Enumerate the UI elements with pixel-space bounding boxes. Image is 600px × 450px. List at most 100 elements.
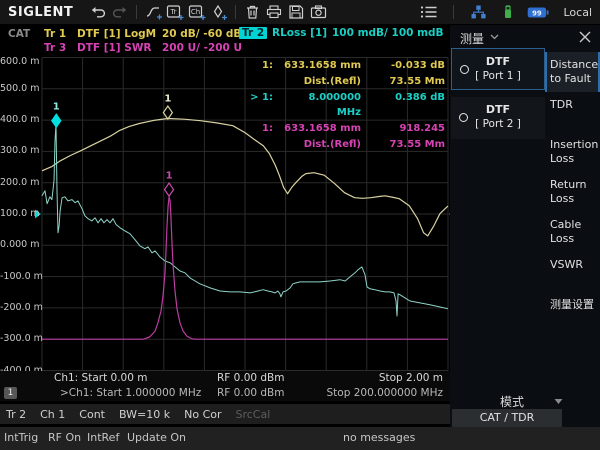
status-active-trace[interactable]: Tr 2	[6, 408, 26, 421]
siglent-logo: SIGLENT	[8, 5, 73, 20]
marker-readout-name: 8.000000 MHz	[281, 90, 361, 122]
softkey-vswr[interactable]: VSWR	[545, 252, 600, 292]
print-icon[interactable]	[263, 2, 285, 22]
toolbar-separator	[453, 5, 454, 19]
softkey-测量设置[interactable]: 测量设置	[545, 292, 600, 332]
softkey-return-loss[interactable]: Return Loss	[545, 172, 600, 212]
save-icon[interactable]	[285, 2, 307, 22]
y-axis-label: -100.0 m	[0, 271, 38, 282]
status-bandwidth[interactable]: BW=10 k	[119, 408, 170, 421]
trace1-name[interactable]: Tr 1	[44, 28, 66, 40]
ch1-distance-stop: Stop 2.00 m	[379, 372, 443, 384]
network-lan-icon[interactable]	[467, 2, 489, 22]
y-axis-label: 100.0 m	[0, 208, 38, 219]
status-active-channel[interactable]: Ch 1	[40, 408, 65, 421]
marker-readout-name: Dist.(Refl)	[281, 137, 361, 153]
add-trace-icon[interactable]: Tr	[164, 2, 186, 22]
y-axis-label: 600.0 m	[0, 56, 38, 67]
graph-area: 111 600.0 m500.0 m400.0 m300.0 m200.0 m1…	[0, 55, 450, 372]
channel-axis-info: Ch1: Start 0.00 m RF 0.00 dBm Stop 2.00 …	[0, 371, 450, 401]
y-axis-label: 500.0 m	[0, 83, 38, 94]
marker-readout-prefix	[250, 137, 273, 153]
top-toolbar: SIGLENT Tr Ch	[0, 0, 600, 25]
trace2-name-selected[interactable]: Tr 2	[239, 27, 267, 39]
marker-readout-name: Dist.(Refl)	[281, 74, 361, 90]
trace2-scale: 100 mdB/ 100 mdB	[332, 27, 444, 39]
y-axis-label: -300.0 m	[0, 333, 38, 344]
ch1-frequency-stop: Stop 200.000000 MHz	[327, 387, 443, 399]
softkey-distance-to-fault[interactable]: Distance to Fault	[545, 52, 600, 92]
ch1-distance-start: Ch1: Start 0.00 m	[54, 372, 147, 384]
trace1-scale: 20 dB/ -60 dB	[162, 28, 241, 40]
close-icon[interactable]	[578, 30, 592, 44]
add-marker-icon[interactable]	[208, 2, 230, 22]
marker-label-tr3: 1	[166, 171, 173, 182]
marker-readout-value: 0.386 dB	[369, 90, 445, 122]
battery-icon: 99	[527, 2, 549, 22]
status-reference: IntRef	[87, 431, 119, 444]
add-limit-line-icon[interactable]	[142, 2, 164, 22]
trace3-name[interactable]: Tr 3	[44, 42, 66, 54]
marker-readout-value: 73.55 Mm	[369, 74, 445, 90]
add-channel-icon[interactable]: Ch	[186, 2, 208, 22]
y-axis-label: 300.0 m	[0, 145, 38, 156]
marker-readout-value: 73.55 Mm	[369, 137, 445, 153]
status-srccal: SrcCal	[236, 408, 271, 421]
y-axis-label: -200.0 m	[0, 302, 38, 313]
softkey-cable-loss[interactable]: Cable Loss	[545, 212, 600, 252]
trace2-measurement[interactable]: RLoss [1]	[272, 27, 327, 39]
marker-diamond-tr3[interactable]	[165, 183, 174, 196]
y-axis-label: 400.0 m	[0, 114, 38, 125]
marker-readout-name: 633.1658 mm	[281, 121, 361, 137]
mode-dropdown-icon[interactable]	[554, 398, 563, 405]
toolbar-right-group: 99 Local	[418, 2, 600, 22]
ch1-frequency-start: >Ch1: Start 1.000000 MHz	[60, 387, 201, 399]
marker-diamond-tr1[interactable]	[163, 106, 172, 119]
measure-menu-panel: 测量 DTF [ Port 1 ] DTF [ Port 2 ] Distanc…	[450, 25, 600, 427]
screenshot-camera-icon[interactable]	[307, 2, 329, 22]
toolbar-separator	[136, 5, 137, 19]
menu-header: 测量	[450, 25, 600, 49]
mode-label[interactable]: 模式	[500, 393, 524, 410]
marker-readout-prefix: 1:	[250, 58, 273, 74]
marker-label-tr1: 1	[164, 94, 171, 105]
y-axis-label: 0.000 m	[0, 239, 38, 250]
chevron-down-icon[interactable]	[490, 34, 499, 40]
usb-device-icon[interactable]	[497, 2, 519, 22]
trace3-scale: 200 U/ -200 U	[162, 42, 242, 54]
ch1-rf-power-2: RF 0.00 dBm	[217, 387, 285, 399]
dtf-port1-button[interactable]: DTF [ Port 1 ]	[451, 48, 545, 90]
menu-hamburger-icon[interactable]	[418, 2, 440, 22]
instrument-screen: SIGLENT Tr Ch	[0, 0, 600, 450]
softkey-menu: Distance to FaultTDRInsertion LossReturn…	[545, 52, 600, 332]
mode-label-cat: CAT	[8, 28, 30, 40]
status-bar: Tr 2 Ch 1 Cont BW=10 k No Cor SrcCal	[0, 404, 450, 424]
marker-label-tr2: 1	[53, 102, 60, 113]
marker-readout-table: 1: 633.1658 mm -0.033 dB Dist.(Refl) 73.…	[250, 58, 445, 153]
redo-icon[interactable]	[109, 2, 131, 22]
local-remote-status[interactable]: Local	[563, 6, 592, 19]
system-message: no messages	[343, 431, 415, 444]
cat-tdr-mode-button[interactable]: CAT / TDR	[452, 409, 562, 427]
undo-icon[interactable]	[87, 2, 109, 22]
dtf-port2-button[interactable]: DTF [ Port 2 ]	[451, 97, 545, 139]
marker-readout-prefix	[250, 74, 273, 90]
marker-diamond-tr2[interactable]	[52, 114, 61, 127]
softkey-insertion-loss[interactable]: Insertion Loss	[545, 132, 600, 172]
ch1-rf-power: RF 0.00 dBm	[217, 372, 285, 384]
status-sweep-mode[interactable]: Cont	[79, 408, 105, 421]
toolbar-separator	[235, 5, 236, 19]
channel1-badge[interactable]: 1	[4, 387, 17, 399]
marker-readout-prefix: > 1:	[250, 90, 273, 122]
status-rf: RF On	[48, 431, 81, 444]
trace3-measurement[interactable]: DTF [1] SWR	[77, 42, 152, 54]
trace1-measurement[interactable]: DTF [1] LogM	[77, 28, 156, 40]
radio-icon	[460, 65, 469, 74]
softkey-tdr[interactable]: TDR	[545, 92, 600, 132]
status-correction[interactable]: No Cor	[184, 408, 221, 421]
svg-text:Ch: Ch	[191, 8, 200, 16]
marker-readout-name: 633.1658 mm	[281, 58, 361, 74]
delete-icon[interactable]	[241, 2, 263, 22]
menu-title[interactable]: 测量	[460, 30, 484, 47]
svg-text:Tr: Tr	[170, 8, 177, 16]
